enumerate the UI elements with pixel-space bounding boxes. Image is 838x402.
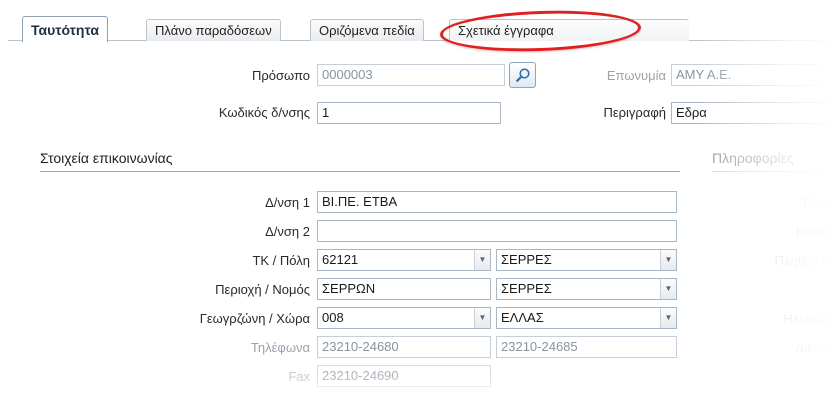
fax-field[interactable]: 23210-24690 [317, 365, 491, 387]
info-label-3: Πλήθος υπ [774, 253, 838, 268]
geozone-country-label: Γεωγρζώνη / Χώρα [199, 311, 310, 326]
description-label: Περιγραφή [603, 105, 666, 120]
person-field[interactable]: 0000003 [317, 64, 505, 86]
chevron-down-icon[interactable]: ▼ [660, 279, 676, 299]
area-prefecture-label: Περιοχή / Νομός [215, 282, 310, 297]
address2-label: Δ/νση 2 [265, 224, 310, 239]
phone2-field[interactable]: 23210-24685 [496, 336, 677, 358]
area-field[interactable]: ΣΕΡΡΩΝ [317, 278, 491, 300]
chevron-down-icon[interactable]: ▼ [474, 250, 490, 270]
tab-related-documents[interactable]: Σχετικά έγγραφα [449, 19, 689, 41]
geozone-value: 008 [322, 310, 344, 325]
geozone-combo[interactable]: 008 ▼ [317, 307, 491, 329]
phone1-field[interactable]: 23210-24680 [317, 336, 491, 358]
address1-field[interactable]: ΒΙ.ΠΕ. ΕΤΒΑ [317, 191, 677, 213]
info-label-1: Προτε [803, 195, 838, 210]
description-field[interactable]: Εδρα [671, 102, 838, 124]
country-combo[interactable]: ΕΛΛΑΣ ▼ [496, 307, 677, 329]
tab-delivery-plan[interactable]: Πλάνο παραδόσεων [146, 19, 281, 41]
zip-value: 62121 [322, 252, 359, 267]
chevron-down-icon[interactable]: ▼ [660, 250, 676, 270]
chevron-down-icon[interactable]: ▼ [660, 308, 676, 328]
info-section-divider [712, 171, 838, 172]
name-label: Επωνυμία [606, 68, 666, 83]
city-combo[interactable]: ΣΕΡΡΕΣ ▼ [496, 249, 677, 271]
address2-field[interactable] [317, 220, 677, 242]
phones-label: Τηλέφωνα [250, 340, 310, 355]
info-label-5: Ηλεκτρον [783, 311, 838, 326]
contact-section-title: Στοιχεία επικοινωνίας [40, 150, 173, 166]
info-label-2: Καθεστ [795, 224, 838, 239]
address-form-window: Ταυτότητα Πλάνο παραδόσεων Οριζόμενα πεδ… [0, 0, 838, 402]
country-value: ΕΛΛΑΣ [501, 310, 544, 325]
zip-combo[interactable]: 62121 ▼ [317, 249, 491, 271]
contact-section-divider [40, 171, 680, 172]
magnifier-icon [515, 68, 530, 82]
city-value: ΣΕΡΡΕΣ [501, 252, 552, 267]
address-code-label: Κωδικός δ/νσης [218, 105, 310, 120]
person-label: Πρόσωπο [251, 68, 310, 83]
prefecture-value: ΣΕΡΡΕΣ [501, 281, 552, 296]
zip-city-label: ΤΚ / Πόλη [252, 253, 310, 268]
chevron-down-icon[interactable]: ▼ [474, 308, 490, 328]
address1-label: Δ/νση 1 [265, 195, 310, 210]
info-label-4: Ε [829, 282, 838, 297]
tab-custom-fields[interactable]: Οριζόμενα πεδία [310, 19, 424, 41]
tab-identity[interactable]: Ταυτότητα [22, 16, 108, 42]
info-label-6: Δικτυοτ [795, 340, 838, 355]
fax-label: Fax [288, 369, 310, 384]
info-section-title: Πληροφορίες [712, 150, 794, 166]
tab-strip: Ταυτότητα Πλάνο παραδόσεων Οριζόμενα πεδ… [8, 10, 838, 42]
prefecture-combo[interactable]: ΣΕΡΡΕΣ ▼ [496, 278, 677, 300]
search-button[interactable] [509, 62, 536, 88]
address-code-field[interactable]: 1 [317, 102, 501, 124]
name-field[interactable]: AMY A.E. [671, 64, 838, 86]
